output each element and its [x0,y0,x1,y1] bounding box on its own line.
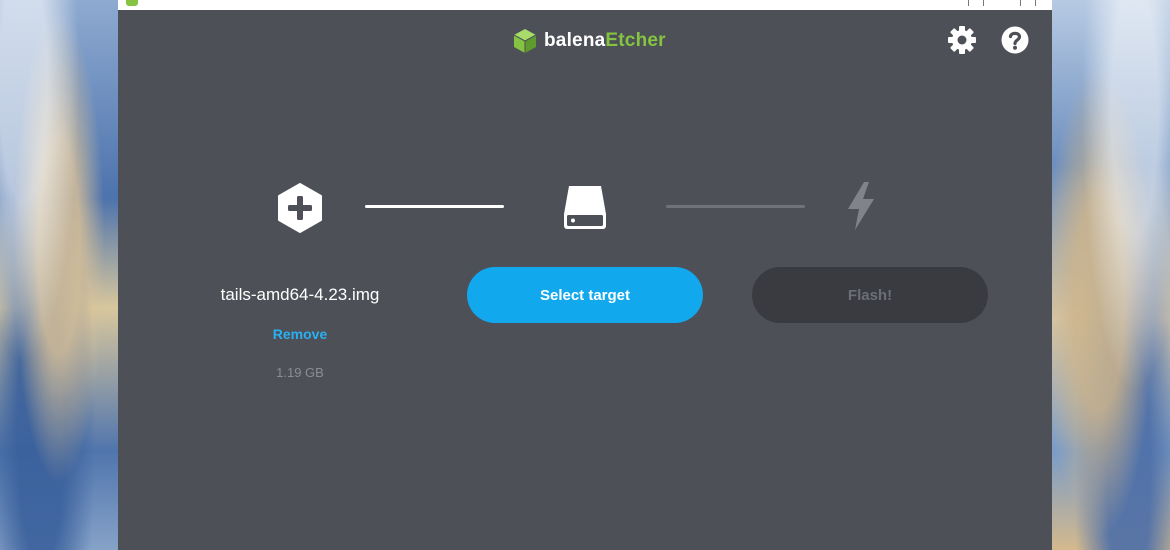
gear-icon [948,26,976,54]
flash-step-icon [844,181,878,231]
selected-image-filename: tails-amd64-4.23.img [220,285,380,304]
image-file-size: 1.19 GB [276,365,324,380]
minimize-button[interactable] [968,0,984,6]
help-button[interactable] [1000,25,1030,55]
select-target-step-icon [561,182,609,232]
step-connector-1 [365,205,504,208]
plus-hexagon-icon [278,183,322,233]
settings-button[interactable] [947,25,977,55]
close-button[interactable] [1020,0,1036,6]
select-target-button[interactable]: Select target [467,267,703,323]
window-app-icon [126,0,138,6]
desktop-wallpaper-left [0,0,118,550]
drive-icon [564,186,606,229]
brand-prefix: balena [544,30,606,51]
balena-cube-icon [513,29,537,53]
etcher-window: balena Etcher tails-amd64-4.23.img Remov… [118,0,1052,550]
remove-image-link[interactable]: Remove [250,326,350,342]
help-icon [1001,26,1029,54]
desktop-wallpaper-right [1052,0,1170,550]
select-target-label: Select target [539,286,631,304]
window-title-bar [118,0,1052,10]
flash-button: Flash! [752,267,988,323]
app-logo: balena Etcher [513,28,666,54]
brand-suffix: Etcher [605,30,666,51]
step-connector-2 [666,205,805,208]
lightning-icon [848,182,874,230]
select-image-step-icon[interactable] [276,182,324,234]
flash-label: Flash! [847,286,893,304]
